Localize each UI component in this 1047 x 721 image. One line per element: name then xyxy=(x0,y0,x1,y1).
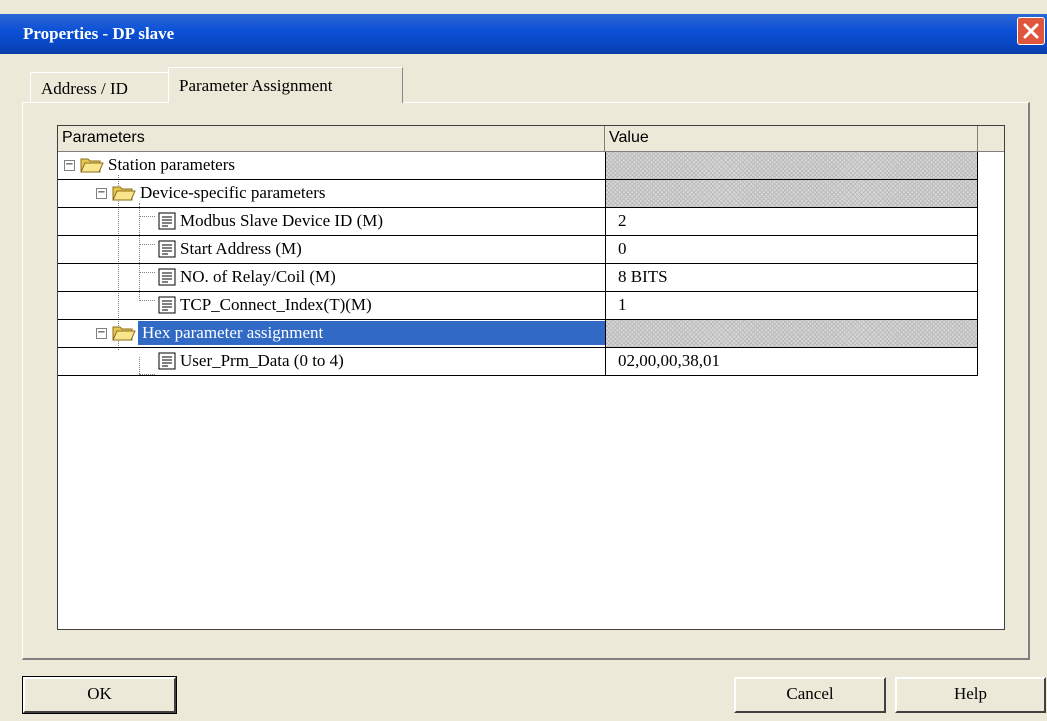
column-header-value[interactable]: Value xyxy=(605,126,978,152)
parameter-name-cell: User_Prm_Data (0 to 4) xyxy=(58,348,605,375)
parameter-label: Modbus Slave Device ID (M) xyxy=(180,211,384,230)
parameter-label-selected: Hex parameter assignment xyxy=(138,321,605,345)
window-title: Properties - DP slave xyxy=(23,24,175,43)
parameter-value: 8 BITS xyxy=(618,267,668,286)
close-button[interactable] xyxy=(1017,17,1045,45)
close-icon xyxy=(1023,23,1039,39)
tree-row-no-of-relay-coil[interactable]: NO. of Relay/Coil (M) 8 BITS xyxy=(58,264,978,292)
collapse-icon[interactable]: − xyxy=(96,188,107,199)
ok-button[interactable]: OK xyxy=(22,676,177,714)
column-header-filler xyxy=(978,126,1004,152)
parameter-label: Device-specific parameters xyxy=(140,183,326,202)
value-cell[interactable]: 0 xyxy=(605,236,978,263)
open-folder-icon xyxy=(80,158,104,173)
value-cell xyxy=(605,152,978,179)
value-cell[interactable]: 1 xyxy=(605,292,978,319)
properties-dialog: Properties - DP slave Address / ID Param… xyxy=(0,0,1047,721)
tree-row-hex-parameter-assignment[interactable]: − Hex parameter assignment xyxy=(58,320,978,348)
parameter-icon xyxy=(158,296,176,314)
tree-row-user-prm-data[interactable]: User_Prm_Data (0 to 4) 02,00,00,38,01 xyxy=(58,348,978,376)
tree-row-modbus-slave-device-id[interactable]: Modbus Slave Device ID (M) 2 xyxy=(58,208,978,236)
parameter-value: 02,00,00,38,01 xyxy=(618,351,720,370)
value-cell[interactable]: 8 BITS xyxy=(605,264,978,291)
parameter-name-cell: − Station parameters xyxy=(58,152,605,179)
parameter-name-cell: Modbus Slave Device ID (M) xyxy=(58,208,605,235)
title-bar[interactable]: Properties - DP slave xyxy=(0,14,1047,54)
parameter-name-cell: NO. of Relay/Coil (M) xyxy=(58,264,605,291)
parameter-label: Station parameters xyxy=(108,155,235,174)
parameter-icon xyxy=(158,352,176,370)
parameter-label: Start Address (M) xyxy=(180,239,302,258)
parameter-icon xyxy=(158,240,176,258)
collapse-icon[interactable]: − xyxy=(64,160,75,171)
tab-parameter-assignment-label: Parameter Assignment xyxy=(179,76,333,95)
parameter-name-cell: TCP_Connect_Index(T)(M) xyxy=(58,292,605,319)
parameter-value: 2 xyxy=(618,211,627,230)
parameter-icon xyxy=(158,212,176,230)
tab-parameter-assignment[interactable]: Parameter Assignment xyxy=(168,67,403,103)
tree-row-tcp-connect-index[interactable]: TCP_Connect_Index(T)(M) 1 xyxy=(58,292,978,320)
parameter-name-cell: − Device-specific parameters xyxy=(58,180,605,207)
parameter-value: 0 xyxy=(618,239,627,258)
column-header-parameters[interactable]: Parameters xyxy=(58,126,605,152)
value-cell[interactable]: 2 xyxy=(605,208,978,235)
tree-row-station-parameters[interactable]: − Station parameters xyxy=(58,152,978,180)
parameter-icon xyxy=(158,268,176,286)
parameter-label: User_Prm_Data (0 to 4) xyxy=(180,351,344,370)
value-cell xyxy=(605,180,978,207)
cancel-button[interactable]: Cancel xyxy=(734,677,886,713)
tree-row-start-address[interactable]: Start Address (M) 0 xyxy=(58,236,978,264)
open-folder-icon xyxy=(112,186,136,201)
parameter-value: 1 xyxy=(618,295,627,314)
parameter-name-cell: − Hex parameter assignment xyxy=(58,320,605,347)
tab-address-id-label: Address / ID xyxy=(41,79,128,98)
value-cell xyxy=(605,320,978,347)
parameter-grid[interactable]: Parameters Value − Station parameters − … xyxy=(57,125,1005,630)
open-folder-icon xyxy=(112,326,136,341)
collapse-icon[interactable]: − xyxy=(96,328,107,339)
tree-row-device-specific-parameters[interactable]: − Device-specific parameters xyxy=(58,180,978,208)
help-button[interactable]: Help xyxy=(895,677,1046,713)
tab-address-id[interactable]: Address / ID xyxy=(30,72,170,102)
parameter-label: NO. of Relay/Coil (M) xyxy=(180,267,336,286)
value-cell[interactable]: 02,00,00,38,01 xyxy=(605,348,978,375)
parameter-name-cell: Start Address (M) xyxy=(58,236,605,263)
parameter-label: TCP_Connect_Index(T)(M) xyxy=(180,295,372,314)
